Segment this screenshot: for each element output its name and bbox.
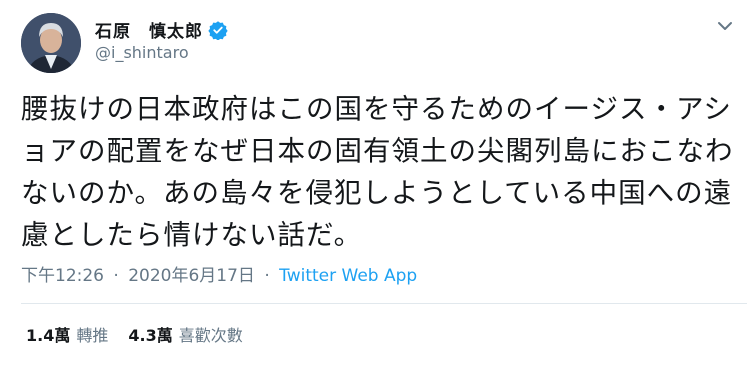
divider [21,303,747,304]
author-handle[interactable]: @i_shintaro [95,43,189,62]
verified-badge-icon [208,20,228,41]
likes-count: 4.3萬 [128,326,173,345]
meta-separator: · [113,266,119,286]
retweets-label: 轉推 [76,326,109,345]
avatar-photo-icon [21,13,81,73]
likes-stat[interactable]: 4.3萬 喜歡次數 [128,322,242,346]
chevron-down-icon[interactable] [715,18,735,34]
author-name-row: 石原 慎太郎 [95,17,228,42]
tweet-date[interactable]: 2020年6月17日 [128,266,255,286]
likes-label: 喜歡次數 [178,326,243,345]
retweets-count: 1.4萬 [26,326,71,345]
meta-separator: · [264,266,270,286]
retweets-stat[interactable]: 1.4萬 轉推 [26,322,108,346]
tweet-card: 石原 慎太郎 @i_shintaro 腰抜けの日本政府はこの国を守るためのイージ… [0,0,747,370]
tweet-source-link[interactable]: Twitter Web App [279,266,417,286]
engagement-stats: 1.4萬 轉推 4.3萬 喜歡次數 [26,322,243,346]
display-name[interactable]: 石原 慎太郎 [95,17,203,42]
tweet-text: 腰抜けの日本政府はこの国を守るためのイージス・アショアの配置をなぜ日本の固有領土… [21,93,734,251]
tweet-time[interactable]: 下午12:26 [21,266,104,286]
tweet-meta: 下午12:26 · 2020年6月17日 · Twitter Web App [21,261,417,286]
author-avatar[interactable] [21,13,81,73]
